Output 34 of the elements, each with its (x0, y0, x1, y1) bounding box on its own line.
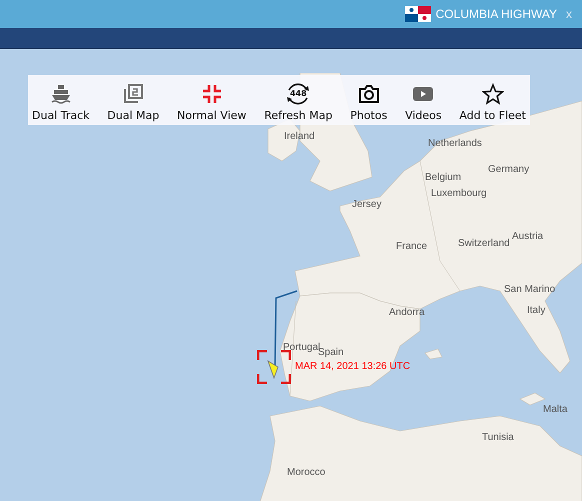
place-label: Portugal (283, 342, 320, 353)
stacked-squares-icon (122, 83, 144, 105)
toolbar-button[interactable]: Add to Fleet (457, 75, 528, 125)
place-label: France (396, 241, 428, 252)
vessel-timestamp: MAR 14, 2021 13:26 UTC (295, 361, 410, 372)
ship-icon (50, 83, 72, 105)
refresh-count: 448 (288, 88, 308, 100)
place-label: Morocco (287, 467, 326, 478)
toolbar-button[interactable]: Dual Track (30, 75, 92, 125)
place-label: Malta (543, 404, 568, 415)
toolbar-button[interactable]: Photos (348, 75, 390, 125)
place-label: Switzerland (458, 238, 510, 249)
island-drawing (424, 348, 442, 360)
place-label: Tunisia (482, 432, 514, 443)
place-label: Germany (488, 164, 530, 175)
place-label: Austria (512, 231, 544, 242)
toolbar-button[interactable]: 448 Refresh Map (262, 75, 334, 125)
toolbar-button[interactable]: Normal View (175, 75, 248, 125)
toolbar-button[interactable]: Videos (403, 75, 444, 125)
star-icon (482, 83, 504, 105)
place-label: Belgium (425, 172, 462, 183)
flag-icon (404, 6, 431, 22)
toolbar-button[interactable]: Dual Map (105, 75, 162, 125)
vessel-name: COLUMBIA HIGHWAY (436, 7, 557, 21)
place-label: Netherlands (428, 138, 482, 149)
place-label: Andorra (389, 307, 425, 318)
place-label: Jersey (352, 199, 382, 210)
place-label: Luxembourg (431, 188, 487, 199)
place-label: Spain (318, 347, 344, 358)
camera-icon (358, 83, 380, 105)
place-label: Ireland (284, 131, 315, 142)
place-label: Italy (527, 305, 546, 316)
collapse-icon (200, 83, 223, 105)
place-label: San Marino (504, 284, 556, 295)
